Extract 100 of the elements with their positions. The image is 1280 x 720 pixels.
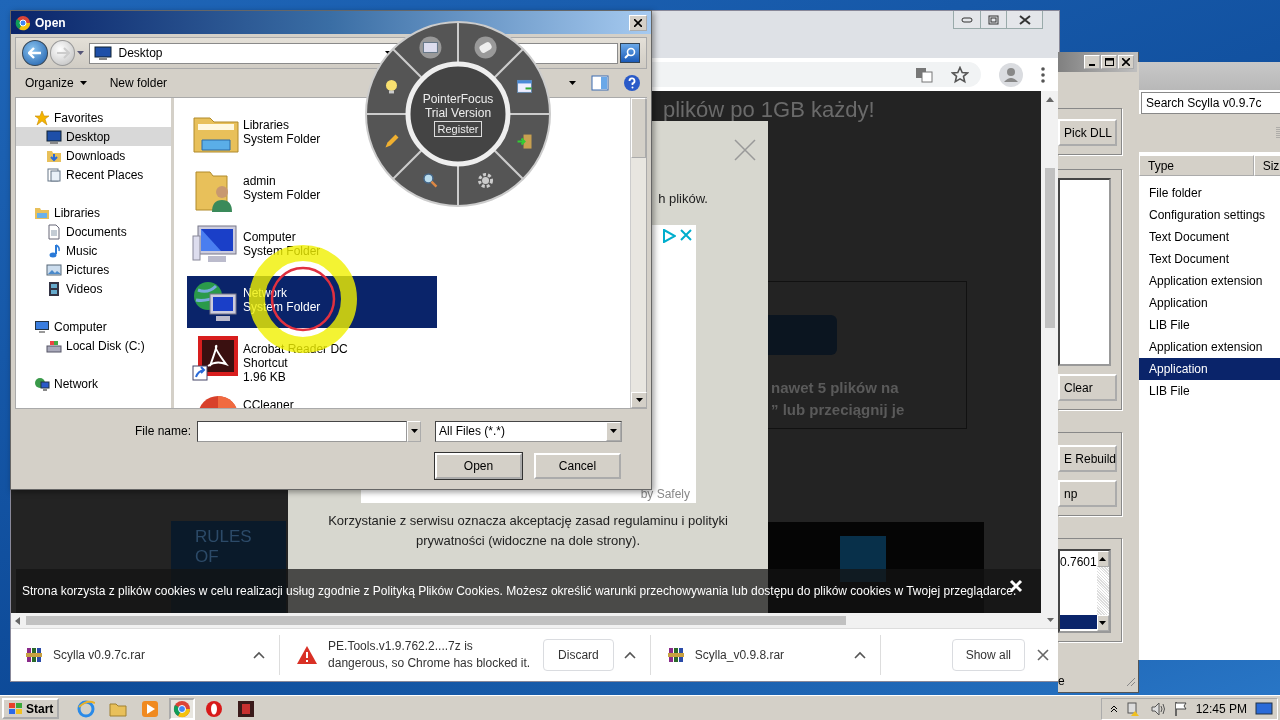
- pick-dll-button[interactable]: Pick DLL: [1058, 119, 1117, 146]
- light-bulb-icon[interactable]: [386, 79, 397, 94]
- list-row[interactable]: Application extension: [1139, 336, 1280, 358]
- rebuild-button[interactable]: E Rebuild: [1058, 445, 1117, 472]
- nav-item[interactable]: Computer: [16, 317, 171, 336]
- window-icon[interactable]: [517, 79, 533, 93]
- nav-item[interactable]: Recent Places: [16, 165, 171, 184]
- flag-icon[interactable]: [1173, 700, 1188, 717]
- arrow-down-icon: [610, 429, 617, 433]
- list-row[interactable]: LIB File: [1139, 314, 1280, 336]
- scroll-down-icon[interactable]: [1047, 618, 1055, 623]
- column-header[interactable]: Siz: [1253, 155, 1280, 176]
- register-button[interactable]: Register: [433, 120, 483, 137]
- pointer-focus-menu[interactable]: PointerFocus Trial Version Register: [365, 21, 551, 207]
- list-row[interactable]: File folder: [1139, 182, 1280, 204]
- caret-icon[interactable]: [623, 651, 636, 659]
- resize-grip-icon[interactable]: [1124, 675, 1136, 687]
- search-icon: [624, 47, 637, 59]
- nav-item[interactable]: Libraries: [16, 203, 171, 222]
- show-desktop-icon[interactable]: [1255, 700, 1273, 717]
- image-icon: [46, 261, 62, 278]
- open-button[interactable]: Open: [435, 453, 522, 479]
- nav-item[interactable]: Network: [16, 374, 171, 393]
- arrow-up-icon: [1099, 557, 1107, 561]
- maximize-button[interactable]: [1101, 55, 1117, 69]
- segment-divider: [509, 113, 551, 115]
- chevron-up-icon[interactable]: [1109, 704, 1118, 713]
- nav-item[interactable]: Pictures: [16, 260, 171, 279]
- caret-icon[interactable]: [253, 651, 266, 659]
- nav-item[interactable]: Videos: [16, 279, 171, 298]
- download-file-name[interactable]: Scylla_v0.9.8.rar: [694, 648, 785, 662]
- segment-divider: [365, 113, 407, 115]
- arrow-left-icon: [27, 47, 42, 59]
- list-row[interactable]: Application: [1139, 358, 1280, 380]
- profile-icon[interactable]: [999, 62, 1023, 87]
- caret-icon[interactable]: [854, 651, 867, 659]
- nav-item[interactable]: Local Disk (C:): [16, 336, 171, 355]
- search-icon[interactable]: [423, 173, 438, 188]
- cancel-button[interactable]: Cancel: [534, 453, 621, 479]
- settings-icon[interactable]: [478, 173, 494, 188]
- pencil-icon[interactable]: [385, 134, 399, 148]
- nav-item[interactable]: Downloads: [16, 146, 171, 165]
- preview-pane-icon[interactable]: [591, 74, 609, 92]
- file-type-dropdown[interactable]: All Files (*.*): [435, 420, 622, 442]
- list-box[interactable]: [1058, 178, 1111, 366]
- speaker-icon[interactable]: [1149, 700, 1166, 717]
- scroll-up-icon[interactable]: [1046, 97, 1054, 102]
- segment-divider: [457, 165, 459, 207]
- nav-item[interactable]: Music: [16, 241, 171, 260]
- list-row[interactable]: Configuration settings: [1139, 204, 1280, 226]
- nav-item[interactable]: Desktop: [16, 127, 171, 146]
- discard-button[interactable]: Discard: [543, 639, 614, 671]
- search-button[interactable]: [620, 43, 640, 63]
- list-row[interactable]: Application extension: [1139, 270, 1280, 292]
- scrollbar-thumb[interactable]: [26, 616, 846, 625]
- back-button[interactable]: [22, 40, 48, 66]
- segment-divider: [391, 149, 423, 181]
- clock: 12:45 PM: [1195, 701, 1247, 716]
- list-row[interactable]: Application: [1139, 292, 1280, 314]
- show-all-button[interactable]: Show all: [951, 639, 1025, 671]
- search-field[interactable]: Search Scylla v0.9.7c: [1141, 92, 1280, 114]
- nav-item[interactable]: Favorites: [16, 108, 171, 127]
- close-button[interactable]: [1006, 11, 1042, 28]
- scrollbar-thumb[interactable]: [631, 98, 646, 158]
- clear-button[interactable]: Clear: [1058, 374, 1117, 401]
- list-row[interactable]: Text Document: [1139, 248, 1280, 270]
- app-icon: [237, 699, 256, 718]
- dropdown-button[interactable]: [407, 420, 421, 442]
- caret-icon[interactable]: [569, 80, 577, 86]
- list-row[interactable]: Text Document: [1139, 226, 1280, 248]
- scrollbar-thumb[interactable]: [1045, 168, 1055, 328]
- browser-icon: [77, 699, 96, 718]
- start-button[interactable]: Start: [2, 698, 60, 719]
- organize-menu[interactable]: Organize: [21, 74, 92, 92]
- column-header[interactable]: Type: [1139, 155, 1254, 176]
- list-row[interactable]: LIB File: [1139, 380, 1280, 402]
- dump-button[interactable]: np: [1058, 480, 1117, 507]
- download-file-name[interactable]: Scylla v0.9.7c.rar: [53, 648, 146, 662]
- nav-item[interactable]: Documents: [16, 222, 171, 241]
- help-icon[interactable]: [623, 74, 641, 92]
- download-warning: PE.Tools.v1.9.762.2....7z is dangerous, so Chrome has blocked it.: [328, 638, 532, 672]
- file-name-field[interactable]: [197, 420, 407, 442]
- restore-button[interactable]: [980, 11, 1006, 28]
- new-folder-button[interactable]: New folder: [105, 74, 172, 92]
- translate-icon[interactable]: [915, 66, 933, 83]
- grip-icon[interactable]: [1276, 126, 1280, 140]
- file-item[interactable]: Acrobat Reader DC Shortcut 1.96 KB: [187, 332, 437, 384]
- ad-choices-icon[interactable]: [662, 229, 676, 243]
- keyboard-icon[interactable]: [419, 36, 442, 59]
- bookmark-star-icon[interactable]: [951, 65, 969, 84]
- windows-logo-icon: [8, 701, 24, 716]
- scroll-up-button[interactable]: [1096, 551, 1109, 567]
- minimize-button[interactable]: [1084, 55, 1100, 69]
- scroll-left-icon[interactable]: [15, 616, 20, 625]
- menu-icon[interactable]: [1041, 66, 1045, 83]
- exit-door-icon[interactable]: [516, 134, 532, 149]
- eraser-icon[interactable]: [474, 36, 497, 59]
- address-bar[interactable]: Desktop: [89, 42, 399, 64]
- document-icon: [46, 223, 62, 240]
- scroll-down-button[interactable]: [631, 392, 647, 408]
